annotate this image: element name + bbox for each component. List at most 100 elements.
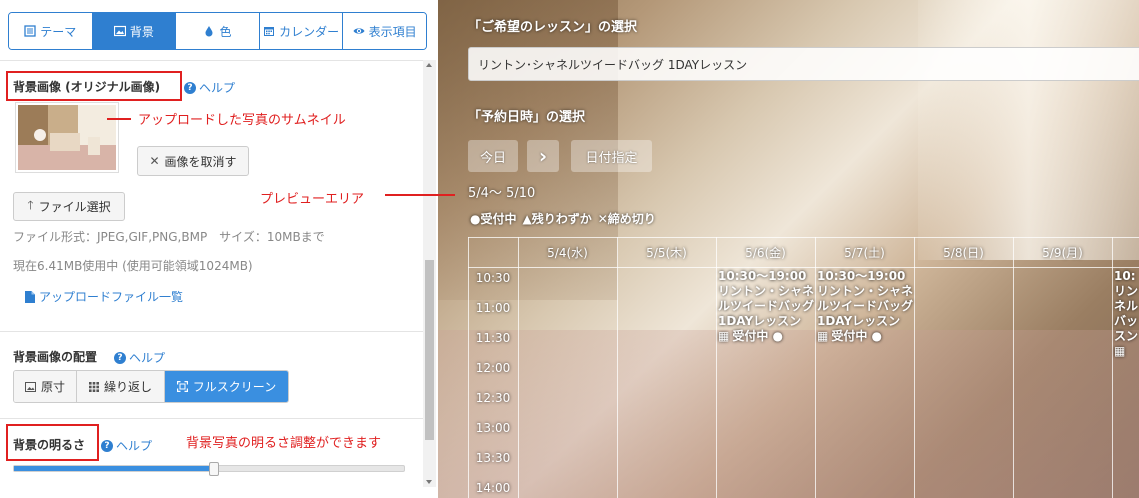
upload-list-link[interactable]: アップロードファイル一覧: [25, 288, 183, 305]
brightness-help-link[interactable]: ? ヘルプ: [101, 437, 152, 454]
day-header: 5/4(水): [547, 245, 588, 260]
event-time: 10:30～19:00: [718, 269, 807, 283]
layout-option-repeat[interactable]: 繰り返し: [77, 371, 165, 402]
today-label: 今日: [479, 150, 506, 166]
tab-display-items[interactable]: 表示項目: [343, 13, 426, 49]
tab-label: テーマ: [40, 24, 77, 39]
grid-line: [518, 237, 519, 498]
preview-area: 「ご希望のレッスン」の選択 リントン･シャネルツイードバッグ 1DAYレッスン …: [438, 0, 1139, 498]
day-header: 5/6(金): [745, 245, 786, 260]
bg-image-help-link[interactable]: ? ヘルプ: [184, 79, 235, 96]
arrow-up-icon: 🡑: [27, 198, 34, 212]
layout-title: 背景画像の配置: [13, 350, 98, 364]
cancel-label: 画像を取消す: [164, 154, 237, 169]
schedule-calendar: 5/4(水) 5/5(木) 5/6(金) 5/7(土) 5/8(日) 5/9(月…: [468, 237, 1139, 498]
event-status: 受付中 ●: [732, 329, 783, 343]
next-week-button[interactable]: ›: [527, 140, 559, 172]
scrollbar-thumb[interactable]: [425, 260, 434, 440]
lesson-select-value: リントン･シャネルツイードバッグ 1DAYレッスン: [478, 57, 748, 72]
calendar-icon: [264, 27, 275, 36]
event-name: リン ネル バッ スン: [1114, 284, 1139, 343]
grid-icon: [88, 381, 99, 392]
time-label: 11:30: [475, 331, 511, 345]
day-header: 5/9(月): [1042, 245, 1083, 260]
tab-label: 背景: [129, 24, 154, 39]
bg-curtain: [918, 0, 1139, 260]
status-legend: ●受付中 ▲残りわずか ✕締め切り: [470, 210, 656, 227]
brightness-slider[interactable]: [13, 462, 405, 476]
upload-list-label: アップロードファイル一覧: [39, 290, 184, 304]
divider: [0, 418, 423, 419]
file-icon: [25, 290, 35, 303]
time-label: 12:00: [475, 361, 511, 375]
layout-option-original[interactable]: 原寸: [14, 371, 77, 402]
divider: [0, 60, 423, 61]
room-thumbnail-image: [18, 105, 116, 170]
annotation-preview-label: プレビューエリア: [260, 192, 365, 207]
file-select-button[interactable]: 🡑 ファイル選択: [13, 192, 125, 221]
droplet-icon: [205, 26, 213, 37]
brightness-title: 背景の明るさ: [13, 438, 86, 452]
image-icon: [113, 25, 126, 37]
list-icon: [24, 25, 36, 37]
tab-theme[interactable]: テーマ: [9, 13, 93, 49]
cancel-image-button[interactable]: ✕ 画像を取消す: [137, 146, 249, 176]
layout-options: 原寸 繰り返し フルスクリーン: [13, 370, 289, 403]
file-formats-text: ファイル形式：JPEG,GIF,PNG,BMP サイズ：10MBまで: [13, 230, 325, 244]
annotation-pointer: [385, 194, 455, 196]
day-header: 5/5(木): [646, 245, 687, 260]
time-label: 13:30: [475, 451, 511, 465]
annotation-thumbnail: アップロードした写真のサムネイル: [138, 113, 346, 128]
calendar-icon: ▦: [817, 329, 829, 343]
calendar-icon: ▦: [718, 329, 730, 343]
tab-calendar[interactable]: カレンダー: [259, 13, 344, 49]
divider: [0, 331, 423, 332]
time-label: 11:00: [475, 301, 511, 315]
grid-line: [1013, 237, 1014, 498]
grid-line: [914, 237, 915, 498]
scroll-down-icon[interactable]: [426, 480, 432, 484]
layout-option-label: 原寸: [40, 380, 65, 394]
tab-label: 色: [219, 24, 232, 39]
layout-option-label: フルスクリーン: [192, 380, 277, 394]
slider-fill: [14, 466, 214, 471]
legend-open: ●受付中: [470, 212, 517, 226]
lesson-heading: 「ご希望のレッスン」の選択: [468, 20, 638, 35]
layout-help-link[interactable]: ? ヘルプ: [114, 349, 165, 366]
annotation-pointer: [107, 118, 131, 120]
legend-few: ▲残りわずか: [522, 212, 592, 226]
event-name: リントン・シャネルツイードバッグ 1DAYレッスン: [817, 284, 914, 328]
settings-tabs: テーマ 背景 色 カレンダー 表示項目: [8, 12, 427, 50]
date-pick-button[interactable]: 日付指定: [571, 140, 652, 172]
storage-usage-text: 現在6.41MB使用中 (使用可能領域1024MB): [13, 259, 253, 273]
event-status: ▦: [1114, 344, 1126, 358]
scroll-up-icon[interactable]: [426, 63, 432, 67]
lesson-event[interactable]: 10: リン ネル バッ スン ▦: [1113, 268, 1139, 360]
help-label: ヘルプ: [199, 81, 236, 95]
time-label: 10:30: [475, 271, 511, 285]
question-icon: ?: [114, 351, 126, 364]
panel-scrollbar[interactable]: [423, 60, 436, 487]
bg-thumbnail: [15, 102, 119, 173]
file-select-label: ファイル選択: [38, 200, 111, 214]
annotation-brightness: 背景写真の明るさ調整ができます: [186, 436, 382, 451]
layout-option-label: 繰り返し: [103, 380, 152, 394]
event-time: 10:30～19:00: [817, 269, 906, 283]
help-label: ヘルプ: [129, 351, 166, 365]
image-icon: [24, 381, 36, 392]
event-name: リントン・シャネルツイードバッグ 1DAYレッスン: [718, 284, 815, 328]
lesson-select[interactable]: リントン･シャネルツイードバッグ 1DAYレッスン: [468, 47, 1139, 81]
tab-background[interactable]: 背景: [92, 13, 177, 49]
eye-icon: [353, 28, 365, 34]
bg-image-title: 背景画像 (オリジナル画像): [13, 80, 161, 94]
layout-option-fullscreen[interactable]: フルスクリーン: [165, 371, 288, 402]
slider-handle[interactable]: [208, 462, 219, 476]
tab-label: カレンダー: [279, 24, 340, 39]
chevron-right-icon: ›: [538, 144, 548, 168]
lesson-event[interactable]: 10:30～19:00 リントン・シャネルツイードバッグ 1DAYレッスン ▦ 受…: [816, 268, 914, 345]
today-button[interactable]: 今日: [468, 140, 518, 172]
lesson-event[interactable]: 10:30～19:00 リントン・シャネルツイードバッグ 1DAYレッスン ▦ 受…: [717, 268, 815, 345]
tab-color[interactable]: 色: [176, 13, 260, 49]
event-time: 10:: [1114, 269, 1136, 283]
date-pick-label: 日付指定: [585, 150, 638, 166]
